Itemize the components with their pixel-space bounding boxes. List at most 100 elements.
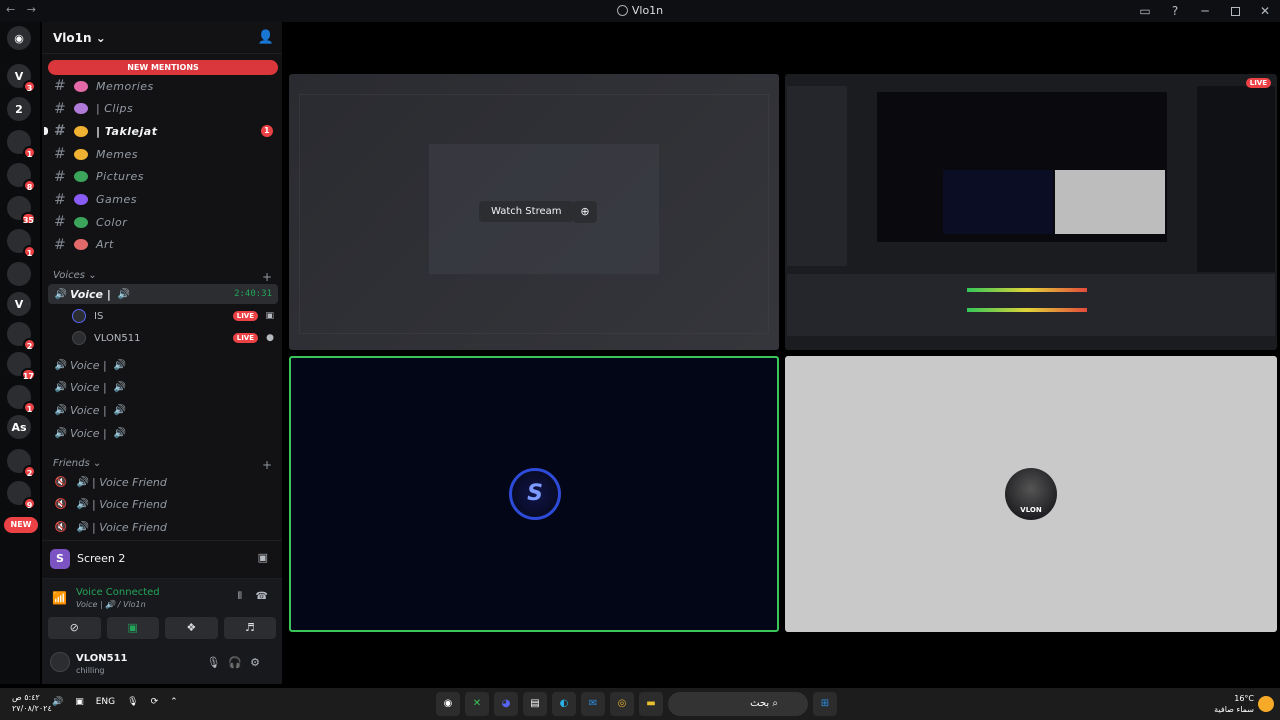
clock-date: ٢٧/٠٨/٢٠٢٤ — [12, 704, 52, 713]
chevron-up-icon[interactable]: ⌃ — [170, 697, 178, 707]
help-icon[interactable]: ? — [1160, 0, 1190, 22]
network-icon[interactable]: ▣ — [75, 697, 84, 707]
voice-channel[interactable]: 🔊 Voice | 🔊 — [48, 423, 278, 443]
active-voice-channel[interactable]: 🔊 Voice | 🔊 2:40:31 — [48, 284, 278, 304]
edge-icon[interactable]: ◐ — [552, 692, 576, 716]
mic-icon[interactable]: 🎙 — [206, 656, 228, 669]
server-icon[interactable]: 1 — [7, 385, 36, 414]
server-icon[interactable]: V — [7, 292, 31, 316]
headset-icon[interactable]: 🎧 — [228, 656, 250, 669]
camera-off-button[interactable]: ⊘ — [48, 617, 101, 639]
chrome-icon[interactable]: ◎ — [610, 692, 634, 716]
notification-badge: 8 — [23, 179, 36, 192]
stream-tile-preview[interactable]: Watch Stream ⊕ — [289, 74, 779, 350]
unread-indicator — [44, 127, 48, 136]
window-title: Vlo1n — [0, 4, 1280, 17]
stop-stream-icon[interactable]: ▣ — [258, 551, 268, 564]
server-list: ◉ V 3 2 1 8 35 1 V 2 17 1 As 2 9 NEW — [0, 22, 40, 684]
screen-avatar: S — [50, 549, 70, 569]
notification-badge: 1 — [23, 146, 36, 159]
add-member-icon[interactable]: 👤 — [258, 30, 274, 45]
friend-voice-channel[interactable]: 🔇 🔊 | Voice Friend — [48, 495, 278, 515]
channel-name: Memes — [96, 147, 138, 161]
channel-item[interactable]: # Games — [54, 190, 278, 210]
discord-home-icon[interactable]: ◉ — [7, 26, 31, 50]
server-header[interactable]: Vlo1n ⌄ 👤 — [42, 22, 282, 54]
friends-category[interactable]: Friends ⌄ + — [53, 458, 277, 472]
sync-icon[interactable]: ⟳ — [151, 697, 159, 707]
channel-item[interactable]: # Color — [54, 212, 278, 232]
channel-item[interactable]: # | Taklejat 1 — [44, 121, 278, 141]
server-icon[interactable]: 2 — [7, 97, 31, 121]
server-icon[interactable]: V3 — [7, 64, 36, 93]
inbox-icon[interactable]: ▭ — [1130, 0, 1160, 22]
server-icon[interactable]: 35 — [7, 196, 36, 225]
voice-connected-label[interactable]: Voice Connected — [76, 587, 160, 598]
voice-channel-path[interactable]: Voice | 🔊 / Vlo1n — [76, 600, 146, 609]
voices-category[interactable]: Voices ⌄ + — [53, 270, 277, 284]
server-icon[interactable]: 2 — [7, 449, 36, 478]
minimize-button[interactable]: ─ — [1190, 0, 1220, 22]
server-icon[interactable]: 9 — [7, 481, 36, 510]
gear-icon[interactable]: ⚙ — [250, 656, 268, 669]
voice-channel[interactable]: 🔊 Voice | 🔊 — [48, 355, 278, 375]
search-box[interactable]: بحث ⌕ — [668, 692, 808, 716]
weather-widget[interactable]: 16°C سماء صافية — [1214, 693, 1254, 715]
soundboard-button[interactable]: ♬ — [223, 617, 276, 639]
friend-voice-channel[interactable]: 🔇 🔊 | Voice Friend — [48, 472, 278, 492]
mic-icon[interactable]: 🎙 — [127, 697, 138, 707]
speaker-icon: 🔊 — [76, 499, 90, 511]
new-badge[interactable]: NEW — [4, 517, 38, 533]
server-icon[interactable]: 1 — [7, 130, 36, 159]
signal-icon[interactable]: 📶 — [52, 591, 67, 605]
folder-icon[interactable]: ▬ — [639, 692, 663, 716]
stream-tile-obs[interactable]: LIVE — [785, 74, 1277, 350]
new-mentions-banner[interactable]: NEW MENTIONS — [48, 60, 278, 75]
server-icon[interactable]: 1 — [7, 229, 36, 258]
windows-start-icon[interactable]: ⊞ — [813, 692, 837, 716]
noise-suppression-icon[interactable]: ⫴ — [238, 591, 242, 602]
voice-channel[interactable]: 🔊 Voice | 🔊 — [48, 400, 278, 420]
channel-item[interactable]: # Memes — [54, 144, 278, 164]
add-channel-icon[interactable]: + — [262, 270, 272, 284]
screen-label: Screen 2 — [77, 552, 126, 565]
participant-tile-vlon[interactable]: VLON — [785, 356, 1277, 632]
channel-item[interactable]: # Memories — [54, 76, 278, 96]
obs-preview-dark — [943, 170, 1053, 234]
watch-stream-button[interactable]: Watch Stream — [479, 201, 574, 222]
weather-temp: 16°C — [1234, 694, 1254, 703]
voice-channel[interactable]: 🔊 Voice | 🔊 — [48, 378, 278, 398]
xbox-icon[interactable]: ✕ — [465, 692, 489, 716]
disconnect-icon[interactable]: ☎ — [256, 591, 268, 602]
channel-item[interactable]: # Art — [54, 235, 278, 255]
volume-icon[interactable]: 🔊 — [52, 697, 63, 707]
language-indicator[interactable]: ENG — [96, 697, 115, 707]
obs-icon[interactable]: ◉ — [436, 692, 460, 716]
server-icon[interactable]: 8 — [7, 163, 36, 192]
clock[interactable]: ٥:٤٢ ص ٢٧/٠٨/٢٠٢٤ — [12, 692, 52, 714]
voice-user[interactable]: VLON511 LIVE ● — [72, 328, 278, 348]
close-button[interactable]: ✕ — [1250, 0, 1280, 22]
channel-item[interactable]: # Pictures — [54, 167, 278, 187]
maximize-button[interactable] — [1220, 0, 1250, 22]
store-icon[interactable]: ▤ — [523, 692, 547, 716]
discord-icon[interactable]: ◕ — [494, 692, 518, 716]
sun-icon — [1258, 696, 1274, 712]
avatar[interactable] — [50, 652, 70, 672]
server-name[interactable]: Vlo1n ⌄ — [53, 31, 106, 45]
server-icon[interactable] — [7, 262, 31, 286]
user-name[interactable]: VLON511 — [76, 653, 128, 664]
activities-button[interactable]: ❖ — [165, 617, 218, 639]
voice-user[interactable]: IS LIVE ▣ — [72, 306, 278, 326]
popout-icon[interactable]: ⊕ — [573, 201, 597, 223]
screen-share-button[interactable]: ▣ — [106, 617, 159, 639]
participant-tile-is[interactable]: S — [289, 356, 779, 632]
channel-item[interactable]: # | Clips — [54, 99, 278, 119]
server-icon[interactable]: 2 — [7, 322, 36, 351]
server-icon[interactable]: 17 — [7, 352, 36, 381]
mail-icon[interactable]: ✉ — [581, 692, 605, 716]
friend-voice-channel[interactable]: 🔇 🔊 | Voice Friend — [48, 517, 278, 537]
obs-chat-panel — [1197, 86, 1275, 272]
server-icon[interactable]: As — [7, 415, 31, 439]
add-channel-icon[interactable]: + — [262, 458, 272, 472]
